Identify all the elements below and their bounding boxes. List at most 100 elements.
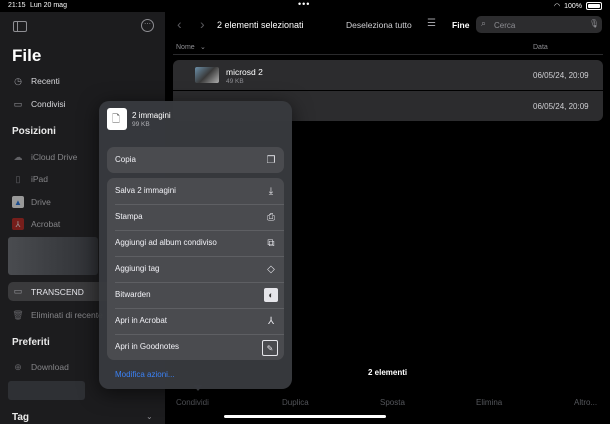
- clock-icon: ◷: [14, 75, 22, 86]
- tags-header[interactable]: Tag: [12, 412, 29, 423]
- sidebar-item-icloud-drive[interactable]: ☁ iCloud Drive: [12, 151, 78, 163]
- sidebar-item-label: iPad: [31, 174, 49, 184]
- bitwarden-icon: ◐: [264, 288, 278, 302]
- save-icon: ⤓: [268, 185, 274, 197]
- status-bar: 21:15 Lun 20 mag ••• ◠ 100%: [0, 0, 610, 12]
- search-field[interactable]: ⌕ 🎙: [476, 16, 602, 33]
- battery-percent: 100%: [564, 2, 582, 10]
- bitwarden-menu-item[interactable]: Bitwarden ◐: [107, 282, 284, 308]
- wifi-icon: ◠: [553, 3, 561, 10]
- add-tag-menu-item[interactable]: Aggiungi tag ◇: [107, 256, 284, 282]
- back-button[interactable]: ‹: [177, 16, 182, 32]
- sort-chevron-icon: ⌄: [200, 44, 206, 51]
- tag-icon: ◇: [267, 263, 275, 275]
- menu-item-label: Salva 2 immagini: [115, 186, 176, 195]
- favorites-header[interactable]: Preferiti: [12, 337, 50, 348]
- file-name: microsd 2: [226, 67, 263, 77]
- external-drive-icon: ▭: [13, 285, 23, 296]
- battery-icon: [586, 2, 602, 10]
- sidebar-item-label: Drive: [31, 197, 51, 207]
- microphone-icon[interactable]: 🎙: [589, 19, 599, 28]
- search-input[interactable]: [492, 18, 586, 33]
- print-menu-item[interactable]: Stampa ⎙: [107, 204, 284, 230]
- done-button[interactable]: Fine: [452, 20, 469, 30]
- sidebar-toggle-icon[interactable]: [13, 21, 27, 32]
- delete-button[interactable]: Elimina: [476, 398, 502, 407]
- chevron-down-icon[interactable]: ⌄: [146, 412, 153, 421]
- copy-icon: ❐: [266, 154, 276, 166]
- sidebar-title: File: [12, 46, 42, 65]
- copy-menu-item[interactable]: Copia ❐: [107, 147, 284, 173]
- ipad-icon: ▯: [15, 173, 21, 184]
- multitasking-dots[interactable]: •••: [298, 0, 310, 9]
- header-divider: [173, 54, 603, 55]
- locations-header[interactable]: Posizioni: [12, 126, 56, 137]
- deselect-all-button[interactable]: Deseleziona tutto: [346, 20, 412, 30]
- popup-subtitle: 99 KB: [132, 121, 150, 128]
- toolbar: ‹ › 2 elementi selezionati Deseleziona t…: [165, 12, 610, 38]
- acrobat-app-icon: ⅄: [12, 218, 24, 230]
- forward-button[interactable]: ›: [200, 16, 205, 32]
- menu-item-label: Aggiungi ad album condiviso: [115, 238, 217, 247]
- status-right: ◠ 100%: [554, 2, 602, 10]
- menu-item-label: Copia: [115, 155, 136, 164]
- status-time: 21:15: [8, 2, 26, 9]
- open-in-goodnotes-menu-item[interactable]: Apri in Goodnotes ✎: [107, 334, 284, 360]
- sidebar-item-recently-deleted[interactable]: 🗑 Eliminati di recente: [12, 309, 103, 321]
- list-view-icon[interactable]: ☰: [427, 18, 436, 29]
- sidebar-item-label: Condivisi: [31, 99, 66, 109]
- duplicate-button[interactable]: Duplica: [282, 398, 309, 407]
- goodnotes-icon: ✎: [262, 340, 278, 356]
- sidebar-item-label: iCloud Drive: [31, 152, 78, 162]
- printer-icon: ⎙: [267, 211, 275, 223]
- sidebar-item-label: Recenti: [31, 76, 60, 86]
- sidebar-item-label: Eliminati di recente: [31, 310, 103, 320]
- shared-folder-icon: ▭: [13, 98, 23, 109]
- file-date: 06/05/24, 20:09: [533, 71, 589, 80]
- google-drive-icon: ▲: [12, 196, 24, 208]
- save-images-menu-item[interactable]: Salva 2 immagini ⤓: [107, 178, 284, 204]
- toolbar-title: 2 elementi selezionati: [217, 20, 304, 30]
- column-header-date[interactable]: Data: [533, 44, 548, 51]
- sidebar-item-label: Download: [31, 362, 69, 372]
- items-count: 2 elementi: [368, 368, 408, 377]
- file-thumbnail: [195, 67, 219, 83]
- sidebar-item-acrobat[interactable]: ⅄ Acrobat: [12, 218, 60, 230]
- more-button[interactable]: Altro...: [574, 398, 597, 407]
- sidebar-item-drive[interactable]: ▲ Drive: [12, 196, 51, 208]
- table-row[interactable]: microsd 2 49 KB 06/05/24, 20:09: [173, 60, 603, 90]
- shared-album-menu-item[interactable]: Aggiungi ad album condiviso ⧉: [107, 230, 284, 256]
- file-size: 49 KB: [226, 78, 244, 85]
- blurred-location[interactable]: [8, 237, 98, 275]
- more-options-icon[interactable]: ⋯: [141, 19, 154, 32]
- home-indicator[interactable]: [224, 415, 386, 418]
- search-icon: ⌕: [481, 18, 487, 28]
- menu-item-label: Apri in Goodnotes: [115, 342, 180, 351]
- popup-title: 2 immagini: [132, 111, 171, 120]
- shared-album-icon: ⧉: [267, 237, 275, 249]
- menu-item-label: Stampa: [115, 212, 143, 221]
- status-date: Lun 20 mag: [30, 2, 67, 9]
- menu-item-label: Apri in Acrobat: [115, 316, 168, 325]
- popup-arrow: [193, 385, 203, 391]
- acrobat-icon: ⅄: [267, 315, 275, 327]
- download-icon: ⊕: [14, 361, 22, 372]
- menu-item-label: Bitwarden: [115, 290, 151, 299]
- document-icon: 🗋: [107, 108, 127, 130]
- share-popup-menu: 🗋 2 immagini 99 KB Copia ❐ Salva 2 immag…: [99, 101, 292, 389]
- sidebar-item-shared[interactable]: ▭ Condivisi: [12, 98, 66, 110]
- sidebar-item-recents[interactable]: ◷ Recenti: [12, 75, 60, 87]
- file-date: 06/05/24, 20:09: [533, 102, 589, 111]
- open-in-acrobat-menu-item[interactable]: Apri in Acrobat ⅄: [107, 308, 284, 334]
- trash-icon: 🗑: [12, 309, 24, 320]
- sidebar-item-downloads[interactable]: ⊕ Download: [12, 361, 69, 373]
- edit-actions-link[interactable]: Modifica azioni...: [115, 370, 175, 379]
- sidebar-item-label: TRANSCEND: [31, 287, 84, 297]
- copy-group: Copia ❐: [107, 147, 284, 173]
- move-button[interactable]: Sposta: [380, 398, 405, 407]
- column-header-name[interactable]: Nome: [176, 44, 195, 51]
- sidebar-item-ipad[interactable]: ▯ iPad: [12, 173, 49, 185]
- share-button[interactable]: Condividi: [176, 398, 209, 407]
- actions-group: Salva 2 immagini ⤓ Stampa ⎙ Aggiungi ad …: [107, 178, 284, 360]
- blurred-favorite[interactable]: [8, 381, 85, 400]
